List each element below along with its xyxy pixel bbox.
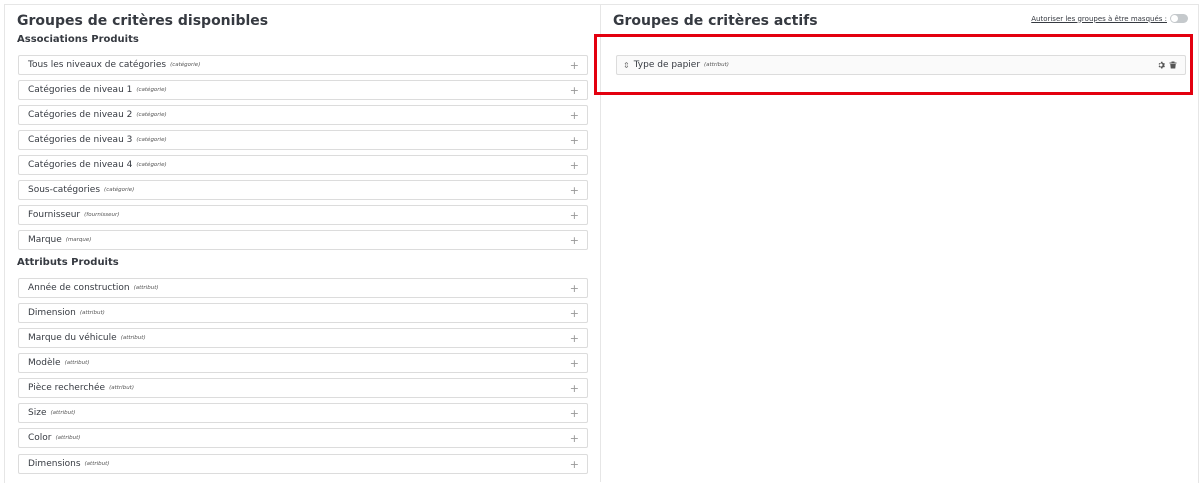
item-type: (catégorie)	[136, 162, 167, 168]
add-icon[interactable]: +	[570, 60, 579, 71]
item-type: (catégorie)	[136, 87, 167, 93]
available-item-color[interactable]: Color (attribut) +	[18, 428, 588, 448]
hide-groups-setting: Autoriser les groupes à être masqués :	[1031, 14, 1188, 23]
hide-groups-label[interactable]: Autoriser les groupes à être masqués :	[1031, 15, 1167, 23]
add-icon[interactable]: +	[570, 235, 579, 246]
item-label: Catégories de niveau 3	[28, 135, 133, 145]
item-type: (attribut)	[109, 385, 134, 391]
add-icon[interactable]: +	[570, 135, 579, 146]
item-type: (attribut)	[120, 335, 146, 341]
item-label: Marque	[28, 235, 62, 245]
add-icon[interactable]: +	[570, 160, 579, 171]
available-item-category-level-4[interactable]: Catégories de niveau 4 (catégorie) +	[18, 155, 588, 175]
section-title-associations: Associations Produits	[17, 34, 139, 45]
item-label: Type de papier	[633, 60, 701, 70]
item-type: (attribut)	[64, 360, 90, 366]
add-icon[interactable]: +	[570, 333, 579, 344]
add-icon[interactable]: +	[570, 85, 579, 96]
section-title-attributes: Attributs Produits	[17, 257, 119, 268]
add-icon[interactable]: +	[570, 210, 579, 221]
item-label: Color	[28, 433, 52, 443]
item-label: Tous les niveaux de catégories	[28, 60, 167, 70]
item-label: Marque du véhicule	[28, 333, 117, 343]
available-item-category-level-2[interactable]: Catégories de niveau 2 (catégorie) +	[18, 105, 588, 125]
available-item-construction-year[interactable]: Année de construction (attribut) +	[18, 278, 588, 298]
available-item-category-level-3[interactable]: Catégories de niveau 3 (catégorie) +	[18, 130, 588, 150]
add-icon[interactable]: +	[570, 408, 579, 419]
item-label: Dimensions	[28, 459, 81, 469]
item-type: (fournisseur)	[84, 212, 120, 218]
add-icon[interactable]: +	[570, 185, 579, 196]
available-item-category-level-1[interactable]: Catégories de niveau 1 (catégorie) +	[18, 80, 588, 100]
item-type: (catégorie)	[170, 62, 201, 68]
item-label: Catégories de niveau 2	[28, 110, 133, 120]
item-label: Catégories de niveau 1	[28, 85, 133, 95]
active-item-paper-type[interactable]: ⇕ Type de papier (attribut)	[616, 55, 1186, 75]
hide-groups-toggle[interactable]	[1170, 14, 1188, 23]
add-icon[interactable]: +	[570, 459, 579, 470]
available-item-part-searched[interactable]: Pièce recherchée (attribut) +	[18, 378, 588, 398]
add-icon[interactable]: +	[570, 283, 579, 294]
drag-handle-icon[interactable]: ⇕	[623, 61, 630, 70]
active-groups-title: Groupes de critères actifs	[613, 13, 818, 29]
item-type: (attribut)	[50, 410, 76, 416]
item-type: (attribut)	[55, 435, 81, 441]
item-type: (marque)	[65, 237, 92, 243]
item-type: (attribut)	[704, 62, 729, 68]
available-item-subcategories[interactable]: Sous-catégories (catégorie) +	[18, 180, 588, 200]
available-item-vehicle-brand[interactable]: Marque du véhicule (attribut) +	[18, 328, 588, 348]
item-type: (attribut)	[84, 461, 110, 467]
item-type: (catégorie)	[104, 187, 135, 193]
item-label: Pièce recherchée	[28, 383, 106, 393]
item-label: Fournisseur	[28, 210, 81, 220]
available-item-size[interactable]: Size (attribut) +	[18, 403, 588, 423]
available-groups-title: Groupes de critères disponibles	[17, 13, 269, 29]
item-label: Année de construction	[28, 283, 130, 293]
available-item-dimensions[interactable]: Dimensions (attribut) +	[18, 454, 588, 474]
toggle-knob	[1171, 15, 1178, 22]
available-item-supplier[interactable]: Fournisseur (fournisseur) +	[18, 205, 588, 225]
item-type: (catégorie)	[136, 112, 167, 118]
add-icon[interactable]: +	[570, 383, 579, 394]
available-item-brand[interactable]: Marque (marque) +	[18, 230, 588, 250]
item-type: (catégorie)	[136, 137, 167, 143]
available-item-all-categories[interactable]: Tous les niveaux de catégories (catégori…	[18, 55, 588, 75]
item-type: (attribut)	[79, 310, 105, 316]
item-actions	[1157, 61, 1177, 69]
available-item-model[interactable]: Modèle (attribut) +	[18, 353, 588, 373]
item-label: Catégories de niveau 4	[28, 160, 133, 170]
item-label: Dimension	[28, 308, 76, 318]
available-item-dimension[interactable]: Dimension (attribut) +	[18, 303, 588, 323]
add-icon[interactable]: +	[570, 433, 579, 444]
item-type: (attribut)	[133, 285, 159, 291]
trash-icon[interactable]	[1169, 61, 1177, 69]
item-label: Size	[28, 408, 47, 418]
gear-icon[interactable]	[1157, 61, 1165, 69]
item-label: Sous-catégories	[28, 185, 101, 195]
item-label: Modèle	[28, 358, 61, 368]
add-icon[interactable]: +	[570, 110, 579, 121]
add-icon[interactable]: +	[570, 358, 579, 369]
add-icon[interactable]: +	[570, 308, 579, 319]
